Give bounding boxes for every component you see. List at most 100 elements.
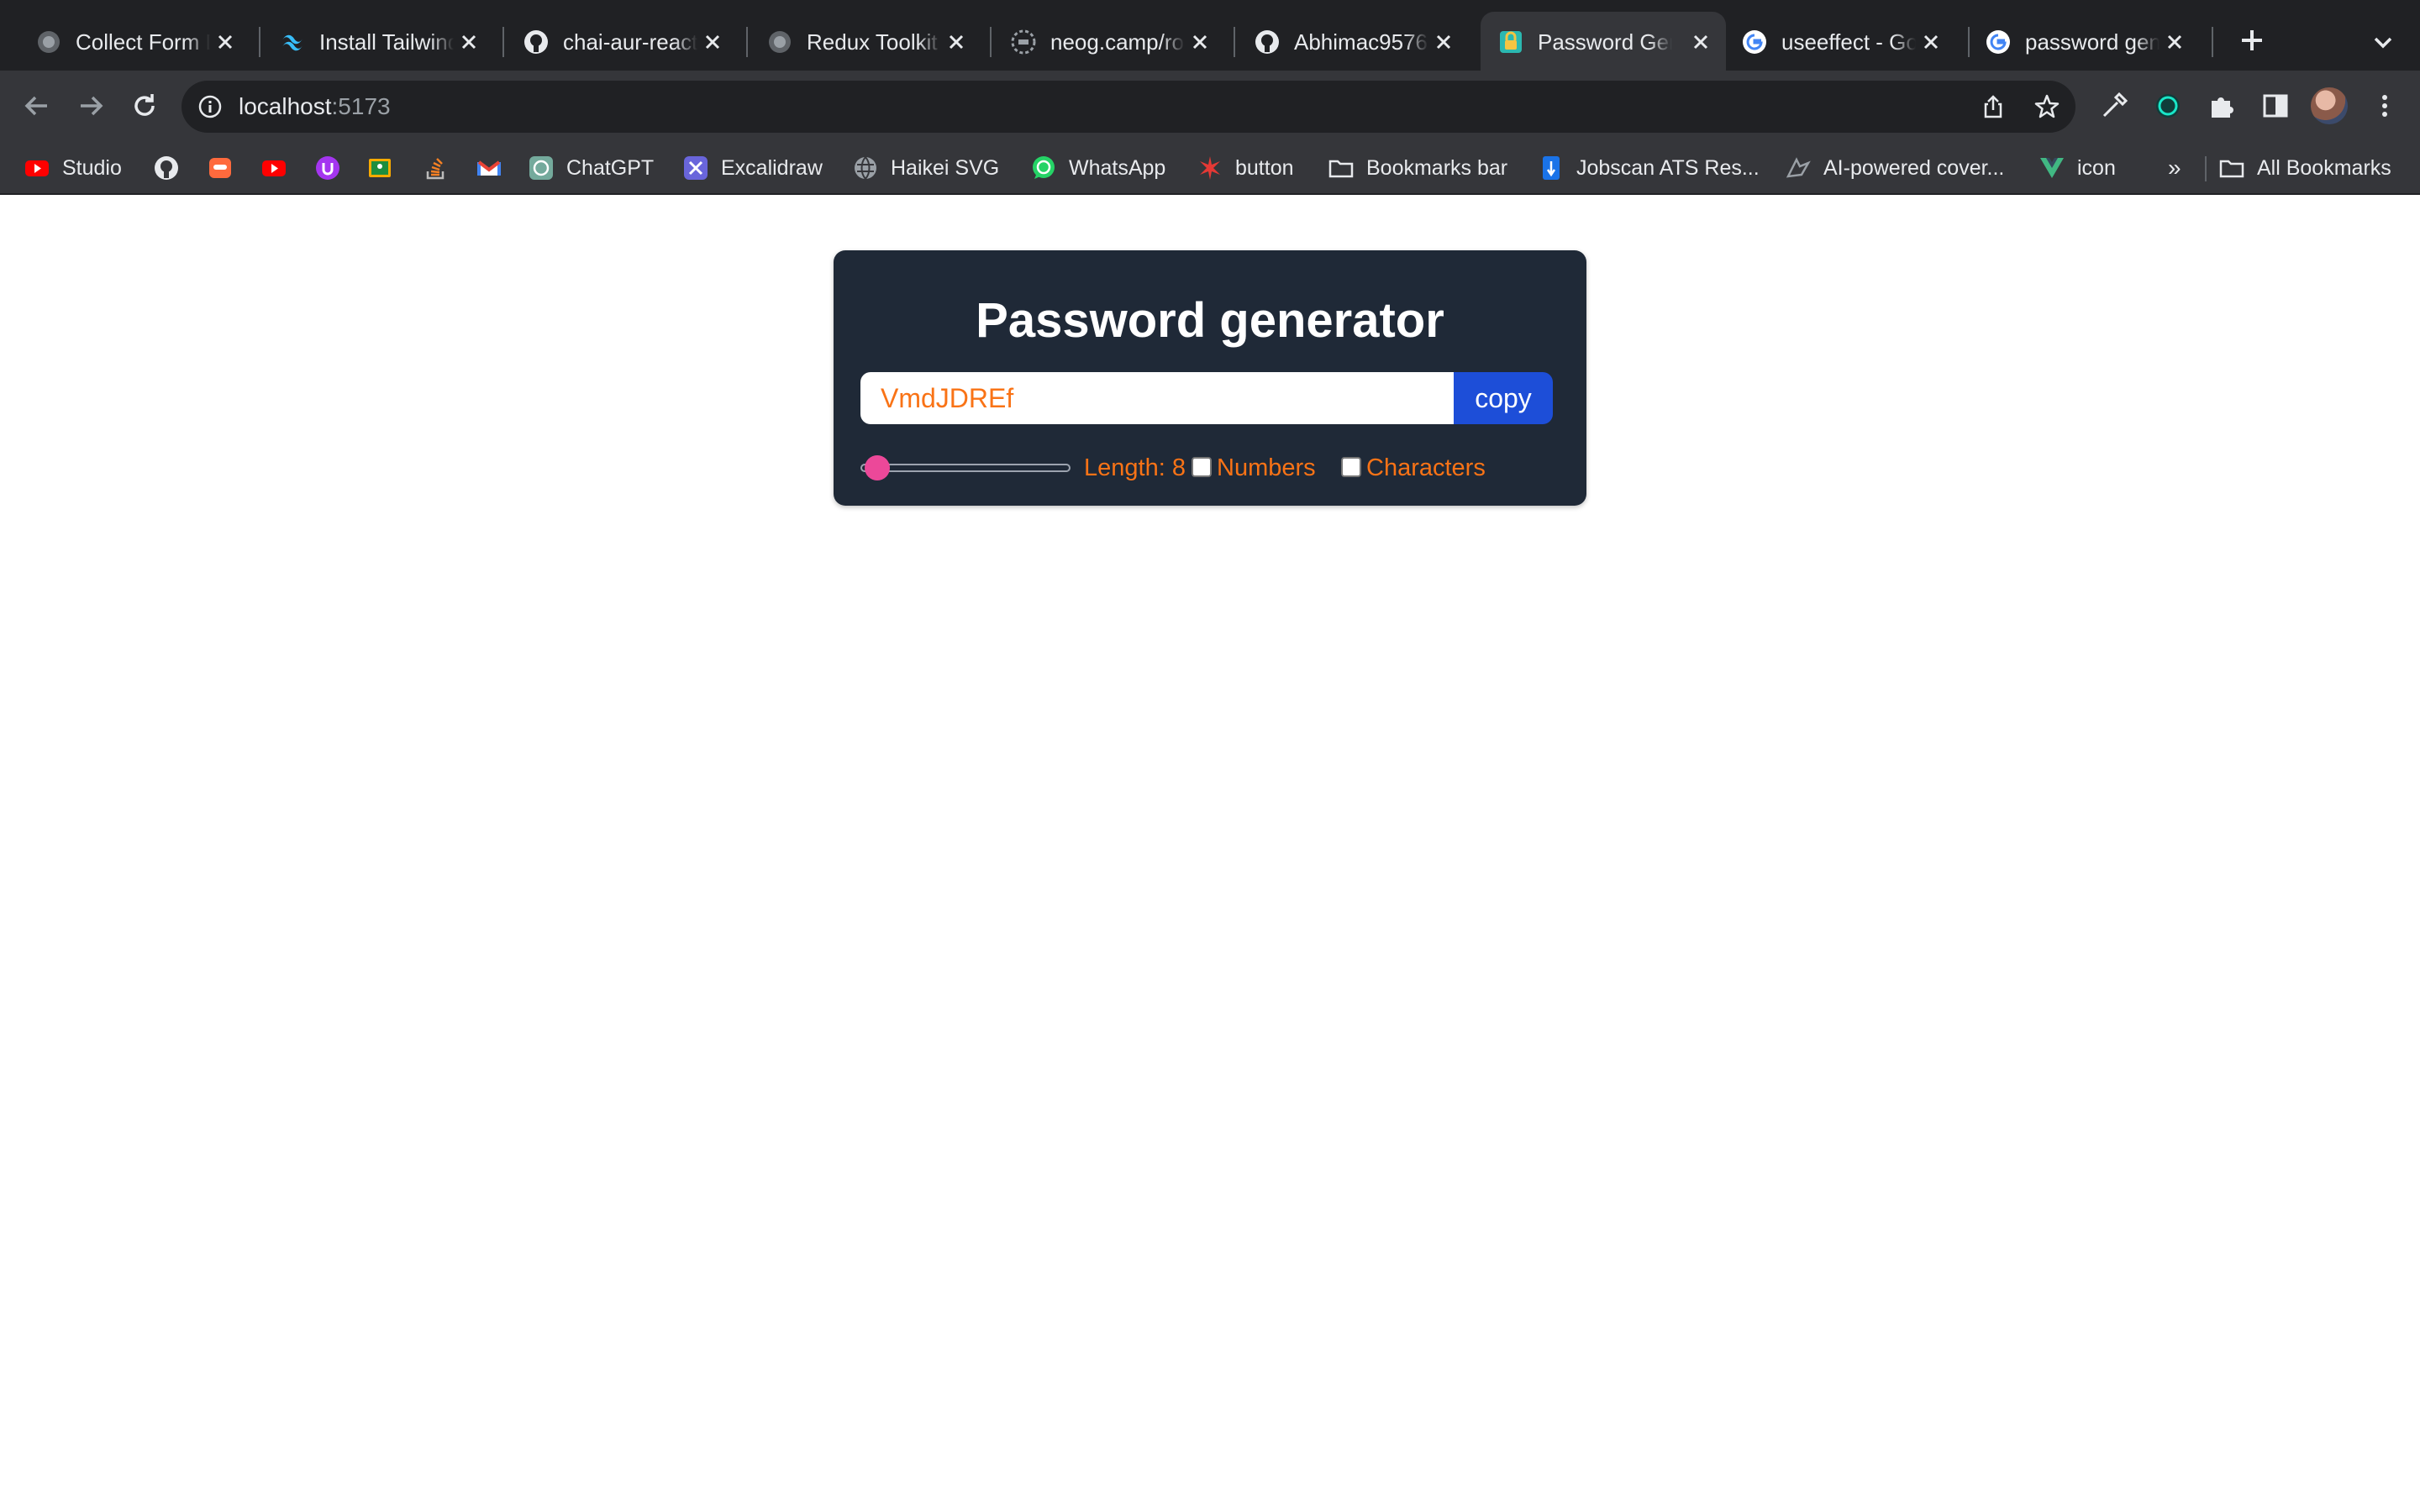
slider-thumb[interactable] xyxy=(865,455,890,480)
tab-chai-aur-react[interactable]: chai-aur-react xyxy=(506,12,738,71)
close-icon[interactable] xyxy=(455,29,482,55)
bookmark-label: Bookmarks bar xyxy=(1366,156,1508,180)
tab-title: Abhimac9576 xyxy=(1294,29,1428,55)
bookmark-label: WhatsApp xyxy=(1069,156,1166,180)
bookmark-udemy[interactable] xyxy=(314,153,341,183)
bookmark-label: ChatGPT xyxy=(566,156,655,180)
bookmark-ai-cover[interactable]: AI-powered cover... xyxy=(1785,153,2004,183)
neog-icon xyxy=(1011,29,1036,55)
bookmark-jobscan[interactable]: Jobscan ATS Res... xyxy=(1538,153,1760,183)
close-icon[interactable] xyxy=(1918,29,1944,55)
length-slider[interactable] xyxy=(860,455,1071,480)
chevron-down-icon[interactable] xyxy=(2368,27,2398,57)
whatsapp-icon xyxy=(1033,156,1055,179)
tab-title: Install Tailwind CSS xyxy=(319,29,454,55)
bookmark-app[interactable] xyxy=(207,153,234,183)
page-title: Password generator xyxy=(976,293,1444,348)
puzzle-icon[interactable] xyxy=(2205,89,2238,123)
github-icon xyxy=(1255,30,1279,54)
udemy-icon xyxy=(316,156,339,180)
bookmark-studio[interactable]: Studio xyxy=(24,153,122,183)
share-icon[interactable] xyxy=(1980,93,2007,120)
bookmark-bookmarks-bar-folder[interactable]: Bookmarks bar xyxy=(1328,153,1507,183)
more-vert-icon[interactable] xyxy=(2368,89,2402,123)
address-bar[interactable]: localhost:5173 xyxy=(182,81,2075,133)
bookmark-github[interactable] xyxy=(153,153,180,183)
vue-icon xyxy=(2040,158,2064,178)
tab-title: Redux Toolkit xyxy=(807,29,941,55)
bookmark-button[interactable]: button xyxy=(1197,153,1294,183)
star-burst-icon xyxy=(1200,156,1220,180)
tab-title: Collect Form Data xyxy=(76,29,210,55)
password-generator-card: Password generator copy Length: 8 Number… xyxy=(834,250,1586,506)
eyedropper-icon[interactable] xyxy=(2097,89,2131,123)
bookmark-chatgpt[interactable]: ChatGPT xyxy=(528,153,654,183)
bookmarks-overflow-button[interactable]: » xyxy=(2168,153,2181,183)
tab-install-tailwind[interactable]: Install Tailwind CSS xyxy=(262,12,494,71)
tab-collect-form-data[interactable]: Collect Form Data xyxy=(18,12,250,71)
bookmark-classroom[interactable] xyxy=(366,153,393,183)
copy-button[interactable]: copy xyxy=(1454,372,1553,424)
tab-redux-toolkit[interactable]: Redux Toolkit xyxy=(750,12,981,71)
bookmark-icon[interactable]: icon xyxy=(2039,153,2116,183)
extension-ring-icon[interactable] xyxy=(2151,89,2185,123)
bookmark-stackoverflow[interactable] xyxy=(422,153,449,183)
length-label: Length: 8 xyxy=(1084,454,1186,481)
browser-toolbar: localhost:5173 xyxy=(0,71,2420,141)
forward-arrow-icon[interactable] xyxy=(72,87,109,124)
close-icon[interactable] xyxy=(943,29,970,55)
tab-title: password generator xyxy=(2025,29,2160,55)
close-icon[interactable] xyxy=(2161,29,2188,55)
react-icon xyxy=(38,31,60,53)
close-icon[interactable] xyxy=(699,29,726,55)
github-icon xyxy=(524,30,548,54)
bookmark-label: All Bookmarks xyxy=(2257,156,2391,180)
characters-checkbox[interactable] xyxy=(1341,457,1361,477)
bookmark-label: icon xyxy=(2077,156,2116,180)
close-icon[interactable] xyxy=(1430,29,1457,55)
characters-label[interactable]: Characters xyxy=(1366,454,1486,482)
info-icon[interactable] xyxy=(197,93,224,120)
browser-tab-strip: Collect Form Data Install Tailwind CSS c… xyxy=(0,0,2420,71)
tailwind-icon xyxy=(282,34,302,51)
bookmark-haikei-svg[interactable]: Haikei SVG xyxy=(852,153,999,183)
close-icon[interactable] xyxy=(1186,29,1213,55)
bookmarks-divider xyxy=(2205,156,2207,181)
youtube-icon xyxy=(262,160,286,176)
bookmark-label: AI-powered cover... xyxy=(1823,156,2005,180)
tab-title: chai-aur-react xyxy=(563,29,697,55)
bookmark-gmail[interactable] xyxy=(476,153,502,183)
gmail-icon xyxy=(477,160,501,176)
close-icon[interactable] xyxy=(212,29,239,55)
reload-icon[interactable] xyxy=(126,87,163,124)
bookmarks-bar: Studio ChatGPT Excalidraw Haikei SVG Wha… xyxy=(0,141,2420,195)
profile-avatar[interactable] xyxy=(2311,87,2348,124)
app-icon xyxy=(209,158,231,178)
all-bookmarks-button[interactable]: All Bookmarks xyxy=(2218,153,2391,183)
bookmark-label: button xyxy=(1235,156,1294,180)
bookmark-label: Excalidraw xyxy=(721,156,823,180)
tab-useeffect-google[interactable]: useeffect - Google xyxy=(1724,12,1956,71)
url-host: localhost xyxy=(239,93,332,119)
folder-icon xyxy=(2219,160,2244,178)
folder-icon xyxy=(1328,160,1354,178)
bookmark-youtube[interactable] xyxy=(260,153,287,183)
numbers-checkbox[interactable] xyxy=(1192,457,1212,477)
youtube-studio-icon xyxy=(25,160,49,176)
tab-password-generator[interactable]: Password Generator xyxy=(1481,12,1726,71)
google-icon xyxy=(1986,30,2010,54)
tab-abhimac9576[interactable]: Abhimac9576 xyxy=(1237,12,1469,71)
password-field[interactable] xyxy=(860,372,1454,424)
numbers-label[interactable]: Numbers xyxy=(1217,454,1316,482)
bookmark-excalidraw[interactable]: Excalidraw xyxy=(682,153,823,183)
tab-neog-camp[interactable]: neog.camp/roadmap xyxy=(993,12,1225,71)
bookmark-star-icon[interactable] xyxy=(2033,93,2060,120)
side-panel-icon[interactable] xyxy=(2259,89,2292,123)
bookmark-whatsapp[interactable]: WhatsApp xyxy=(1030,153,1165,183)
globe-icon xyxy=(855,156,876,180)
close-icon[interactable] xyxy=(1687,29,1714,55)
back-arrow-icon[interactable] xyxy=(18,87,55,124)
tab-title: Password Generator xyxy=(1538,29,1672,55)
tab-password-generator-google[interactable]: password generator xyxy=(1968,12,2200,71)
new-tab-plus-icon[interactable] xyxy=(2235,24,2269,57)
